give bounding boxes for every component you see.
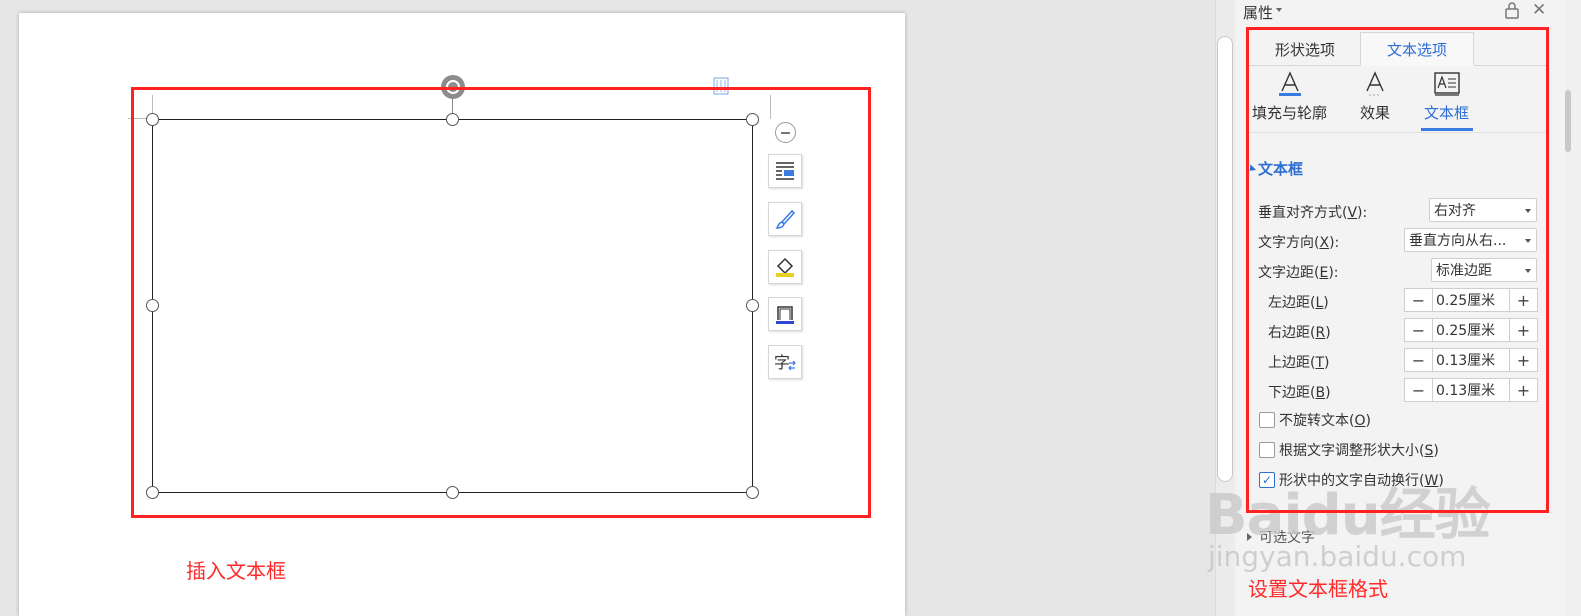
panel-title[interactable]: 属性 xyxy=(1243,2,1273,23)
panel-caption: 设置文本框格式 xyxy=(1248,577,1388,601)
document-caption: 插入文本框 xyxy=(186,559,286,583)
chevron-down-icon[interactable] xyxy=(1276,8,1282,12)
watermark-url: jingyan.baidu.com xyxy=(1208,540,1467,573)
close-icon[interactable]: ✕ xyxy=(1532,2,1546,19)
panel-scrollbar-thumb[interactable] xyxy=(1565,90,1571,152)
annotation-box-textbox xyxy=(131,87,871,518)
lock-icon[interactable] xyxy=(1504,1,1520,19)
document-scrollbar-thumb[interactable] xyxy=(1217,36,1233,482)
annotation-box-panel xyxy=(1246,27,1549,513)
